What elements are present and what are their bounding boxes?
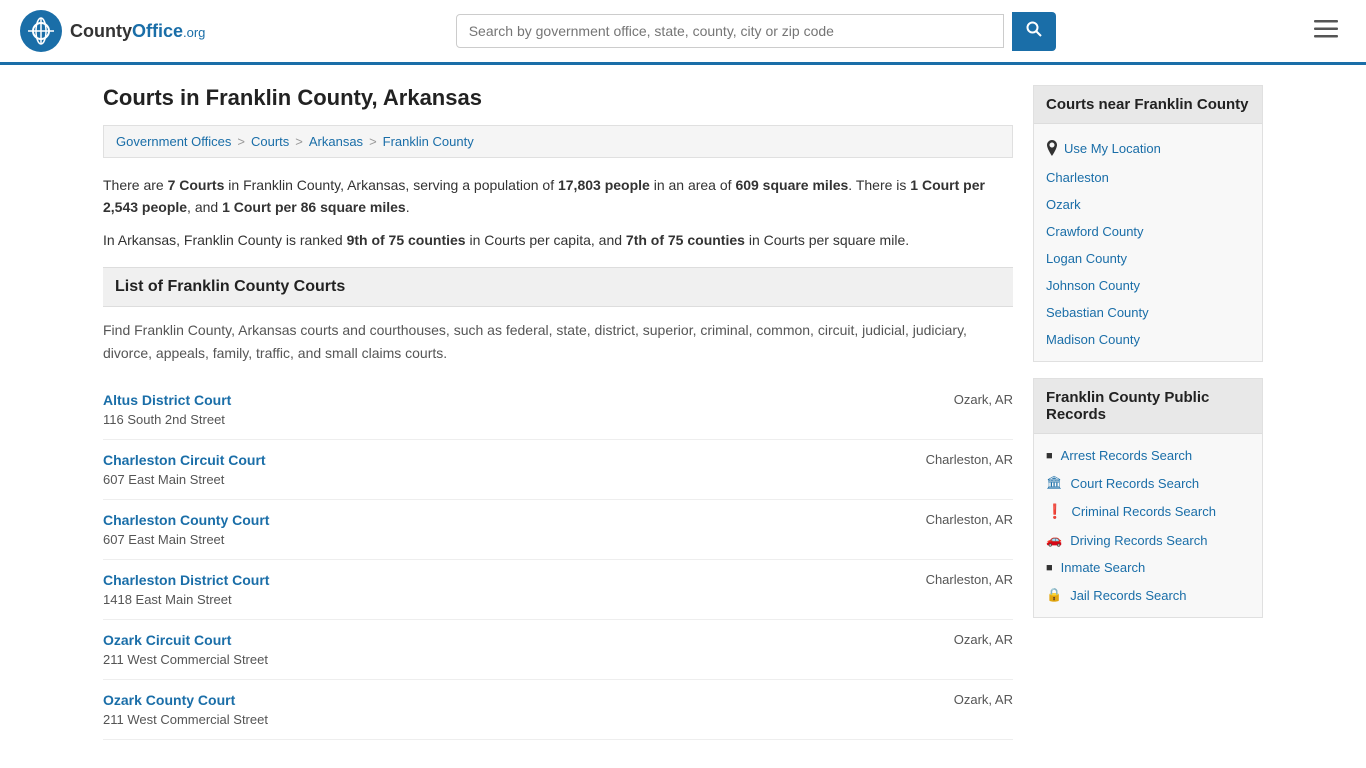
inmate-icon: ■ (1046, 562, 1053, 574)
johnson-label: Johnson County (1046, 278, 1140, 293)
jail-label: Jail Records Search (1070, 588, 1186, 603)
area: 609 square miles (735, 177, 848, 193)
nearby-links: Use My Location Charleston Ozark Crawfor… (1034, 124, 1262, 361)
court-item-5: Ozark County Court 211 West Commercial S… (103, 680, 1013, 740)
crawford-label: Crawford County (1046, 224, 1144, 239)
breadcrumb-sep-1: > (237, 134, 245, 149)
main-content: Courts in Franklin County, Arkansas Gove… (103, 85, 1013, 740)
sidebar-link-johnson[interactable]: Johnson County (1034, 272, 1262, 299)
court-name-3[interactable]: Charleston District Court (103, 572, 269, 588)
sidebar-link-madison[interactable]: Madison County (1034, 326, 1262, 353)
per-sq: 1 Court per 86 square miles (222, 199, 406, 215)
court-address-3: 1418 East Main Street (103, 592, 232, 607)
nearby-section: Courts near Franklin County Use My Locat… (1033, 85, 1263, 362)
sidebar-link-charleston[interactable]: Charleston (1034, 164, 1262, 191)
jail-icon: 🔒 (1046, 587, 1062, 603)
logan-label: Logan County (1046, 251, 1127, 266)
court-item-4: Ozark Circuit Court 211 West Commercial … (103, 620, 1013, 680)
court-name-1[interactable]: Charleston Circuit Court (103, 452, 266, 468)
main-container: Courts in Franklin County, Arkansas Gove… (83, 65, 1283, 760)
nearby-title: Courts near Franklin County (1034, 86, 1262, 124)
court-location-1: Charleston, AR (893, 452, 1013, 467)
arrest-icon: ■ (1046, 450, 1053, 462)
criminal-icon: ❗ (1046, 503, 1063, 520)
madison-label: Madison County (1046, 332, 1140, 347)
court-records-label: Court Records Search (1071, 476, 1200, 491)
court-item-2: Charleston County Court 607 East Main St… (103, 500, 1013, 560)
menu-button[interactable] (1306, 14, 1346, 48)
sidebar-link-arrest[interactable]: ■ Arrest Records Search (1034, 442, 1262, 469)
court-location-0: Ozark, AR (893, 392, 1013, 407)
list-description: Find Franklin County, Arkansas courts an… (103, 319, 1013, 364)
ozark-label: Ozark (1046, 197, 1081, 212)
court-address-0: 116 South 2nd Street (103, 412, 225, 427)
breadcrumb-link-state[interactable]: Arkansas (309, 134, 363, 149)
rank-sqmile: 7th of 75 counties (626, 232, 745, 248)
public-records-title: Franklin County Public Records (1034, 379, 1262, 434)
sidebar: Courts near Franklin County Use My Locat… (1033, 85, 1263, 740)
stats-paragraph-1: There are 7 Courts in Franklin County, A… (103, 174, 1013, 219)
court-location-3: Charleston, AR (893, 572, 1013, 587)
population: 17,803 people (558, 177, 650, 193)
breadcrumb-sep-2: > (295, 134, 303, 149)
arrest-label: Arrest Records Search (1061, 448, 1193, 463)
list-section-heading: List of Franklin County Courts (103, 267, 1013, 307)
page-title: Courts in Franklin County, Arkansas (103, 85, 1013, 111)
court-address-5: 211 West Commercial Street (103, 712, 268, 727)
court-address-4: 211 West Commercial Street (103, 652, 268, 667)
driving-icon: 🚗 (1046, 532, 1062, 548)
charleston-label: Charleston (1046, 170, 1109, 185)
location-pin-icon (1046, 140, 1058, 156)
breadcrumb-link-courts[interactable]: Courts (251, 134, 289, 149)
sidebar-link-inmate[interactable]: ■ Inmate Search (1034, 554, 1262, 581)
rank-capita: 9th of 75 counties (347, 232, 466, 248)
breadcrumb-link-county[interactable]: Franklin County (383, 134, 474, 149)
stats-paragraph-2: In Arkansas, Franklin County is ranked 9… (103, 229, 1013, 251)
court-name-4[interactable]: Ozark Circuit Court (103, 632, 268, 648)
court-location-5: Ozark, AR (893, 692, 1013, 707)
public-records-links: ■ Arrest Records Search 🏛 Court Records … (1034, 434, 1262, 617)
sidebar-link-crawford[interactable]: Crawford County (1034, 218, 1262, 245)
court-address-2: 607 East Main Street (103, 532, 224, 547)
court-location-4: Ozark, AR (893, 632, 1013, 647)
breadcrumb-link-gov[interactable]: Government Offices (116, 134, 231, 149)
inmate-label: Inmate Search (1061, 560, 1146, 575)
courts-list: Altus District Court 116 South 2nd Stree… (103, 380, 1013, 740)
site-header: CountyOffice.org (0, 0, 1366, 65)
court-item-3: Charleston District Court 1418 East Main… (103, 560, 1013, 620)
court-item-1: Charleston Circuit Court 607 East Main S… (103, 440, 1013, 500)
sidebar-link-court-records[interactable]: 🏛 Court Records Search (1034, 469, 1262, 497)
courts-count: 7 Courts (168, 177, 225, 193)
logo-text: CountyOffice.org (70, 21, 205, 42)
court-location-2: Charleston, AR (893, 512, 1013, 527)
court-name-5[interactable]: Ozark County Court (103, 692, 268, 708)
sebastian-label: Sebastian County (1046, 305, 1149, 320)
search-area (456, 12, 1056, 51)
breadcrumb-sep-3: > (369, 134, 377, 149)
search-button[interactable] (1012, 12, 1056, 51)
court-item-0: Altus District Court 116 South 2nd Stree… (103, 380, 1013, 440)
use-location-link[interactable]: Use My Location (1034, 132, 1262, 164)
breadcrumb: Government Offices > Courts > Arkansas >… (103, 125, 1013, 158)
sidebar-link-jail[interactable]: 🔒 Jail Records Search (1034, 581, 1262, 609)
sidebar-link-sebastian[interactable]: Sebastian County (1034, 299, 1262, 326)
sidebar-link-driving[interactable]: 🚗 Driving Records Search (1034, 526, 1262, 554)
use-location-label: Use My Location (1064, 141, 1161, 156)
sidebar-link-logan[interactable]: Logan County (1034, 245, 1262, 272)
sidebar-link-criminal[interactable]: ❗ Criminal Records Search (1034, 497, 1262, 526)
sidebar-link-ozark[interactable]: Ozark (1034, 191, 1262, 218)
search-input[interactable] (456, 14, 1004, 48)
logo-area: CountyOffice.org (20, 10, 205, 52)
court-address-1: 607 East Main Street (103, 472, 224, 487)
driving-label: Driving Records Search (1070, 533, 1207, 548)
court-records-icon: 🏛 (1046, 475, 1063, 491)
public-records-section: Franklin County Public Records ■ Arrest … (1033, 378, 1263, 618)
court-name-0[interactable]: Altus District Court (103, 392, 231, 408)
court-name-2[interactable]: Charleston County Court (103, 512, 269, 528)
logo-icon (20, 10, 62, 52)
criminal-label: Criminal Records Search (1071, 504, 1216, 519)
